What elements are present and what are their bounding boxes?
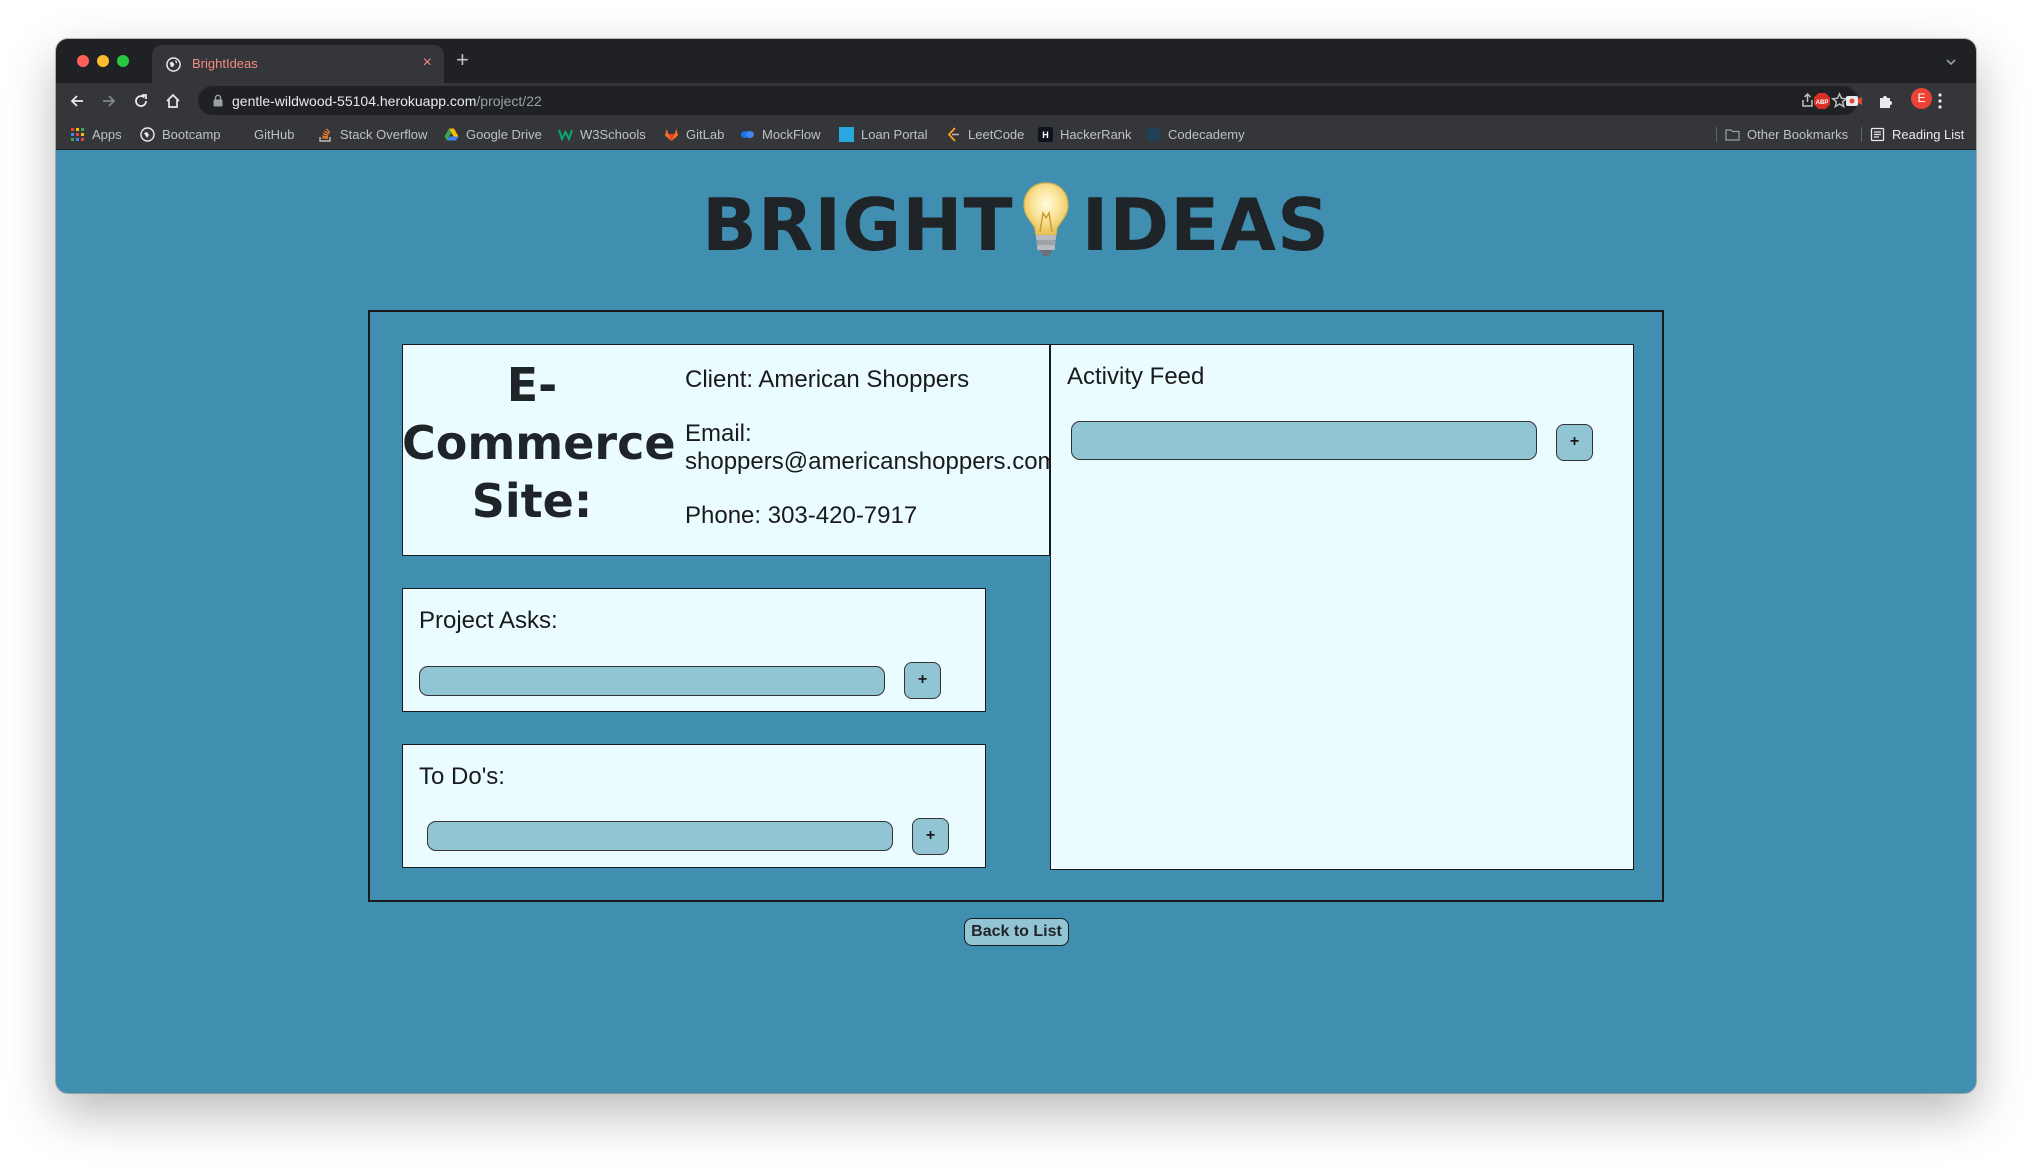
bookmark-label: Reading List xyxy=(1892,126,1965,142)
activity-feed-card: Activity Feed + xyxy=(1050,344,1634,870)
url-text: gentle-wildwood-55104.herokuapp.com/proj… xyxy=(232,93,542,109)
bookmark-github[interactable]: GitHub xyxy=(232,125,294,143)
bookmark-label: Other Bookmarks xyxy=(1747,126,1849,142)
bookmark-label: HackerRank xyxy=(1060,126,1132,142)
add-project-ask-button[interactable]: + xyxy=(904,662,941,699)
back-to-list-button[interactable]: Back to List xyxy=(964,918,1069,946)
url-host: gentle-wildwood-55104.herokuapp.com xyxy=(232,93,477,109)
bookmark-label: MockFlow xyxy=(762,126,821,142)
reading-list-button[interactable]: Reading List xyxy=(1870,125,1964,143)
bookmark-gitlab[interactable]: GitLab xyxy=(664,125,724,143)
add-todo-button[interactable]: + xyxy=(912,818,949,855)
site-logo: BRIGHT IDEAS xyxy=(56,180,1976,267)
todos-heading: To Do's: xyxy=(419,763,505,790)
address-bar[interactable]: gentle-wildwood-55104.herokuapp.com/proj… xyxy=(198,86,1858,115)
bookmark-google-drive[interactable]: Google Drive xyxy=(444,125,542,143)
lock-icon xyxy=(213,94,223,107)
bookmark-bootcamp[interactable]: Bootcamp xyxy=(140,125,221,143)
new-tab-button[interactable]: + xyxy=(456,48,469,72)
bookmark-label: Google Drive xyxy=(466,126,542,142)
more-menu-icon[interactable] xyxy=(1937,92,1943,110)
lightbulb-icon xyxy=(1023,182,1069,256)
bookmark-w3schools[interactable]: W3Schools xyxy=(558,125,646,143)
w3schools-icon xyxy=(558,129,573,142)
activity-feed-input[interactable] xyxy=(1071,421,1537,460)
bookmark-label: GitLab xyxy=(686,126,725,142)
back-arrow-icon[interactable] xyxy=(68,92,86,110)
browser-tab-active[interactable]: BrightIdeas × xyxy=(152,45,444,83)
bootcamp-icon xyxy=(140,126,155,142)
github-icon xyxy=(233,127,246,141)
svg-text:ABP: ABP xyxy=(1816,100,1829,106)
puzzle-extensions-icon[interactable] xyxy=(1877,92,1895,110)
project-asks-card: Project Asks: + xyxy=(402,588,986,712)
bookmark-label: Loan Portal xyxy=(861,126,928,142)
logo-text-ideas: IDEAS xyxy=(1081,183,1330,267)
email-value: shoppers@americanshoppers.com xyxy=(685,448,1058,475)
add-activity-button[interactable]: + xyxy=(1556,424,1593,461)
tab-close-icon[interactable]: × xyxy=(423,54,432,72)
codecademy-icon xyxy=(1147,127,1160,141)
tab-title: BrightIdeas xyxy=(192,56,258,71)
browser-window: BrightIdeas × + gentle-wildwood-55104.he xyxy=(56,39,1976,1093)
video-extension-icon[interactable] xyxy=(1845,92,1863,110)
bookmark-label: W3Schools xyxy=(580,126,646,142)
mockflow-icon xyxy=(741,130,754,138)
bookmark-label: Bootcamp xyxy=(162,126,221,142)
bookmark-label: Codecademy xyxy=(1168,126,1245,142)
svg-text:H: H xyxy=(1042,130,1049,140)
bookmark-apps[interactable]: Apps xyxy=(70,125,122,143)
logo-text-bright: BRIGHT xyxy=(702,183,1014,267)
project-ask-input[interactable] xyxy=(419,666,885,696)
gitlab-icon xyxy=(665,128,678,141)
bookmark-codecademy[interactable]: Codecademy xyxy=(1146,125,1245,143)
client-name: Client: American Shoppers xyxy=(685,366,970,393)
apps-grid-icon xyxy=(71,127,84,141)
bookmarks-divider xyxy=(1861,127,1862,142)
todos-card: To Do's: + xyxy=(402,744,986,868)
bookmark-mockflow[interactable]: MockFlow xyxy=(740,125,821,143)
loan-portal-icon xyxy=(839,126,854,142)
phone-number: Phone: 303-420-7917 xyxy=(685,502,918,529)
bookmark-other-bookmarks[interactable]: Other Bookmarks xyxy=(1725,125,1848,143)
bookmark-stackoverflow[interactable]: Stack Overflow xyxy=(318,125,427,143)
globe-icon xyxy=(166,57,181,72)
home-icon[interactable] xyxy=(164,92,182,110)
minimize-window-button[interactable] xyxy=(97,55,109,67)
todo-input[interactable] xyxy=(427,821,893,851)
adblock-icon[interactable]: ABP xyxy=(1813,92,1831,110)
bookmarks-bar: Apps Bootcamp GitHub Stack Overflow Goog… xyxy=(56,118,1976,150)
bookmarks-divider xyxy=(1716,127,1717,142)
leetcode-icon xyxy=(947,126,959,142)
activity-feed-heading: Activity Feed xyxy=(1067,363,1205,390)
maximize-window-button[interactable] xyxy=(117,55,129,67)
url-path: /project/22 xyxy=(476,93,542,109)
project-container: E-Commerce Site: Client: American Shoppe… xyxy=(368,310,1664,902)
profile-avatar[interactable]: E xyxy=(1911,88,1932,109)
email-label: Email: xyxy=(685,420,752,447)
google-drive-icon xyxy=(444,128,459,140)
browser-toolbar: gentle-wildwood-55104.herokuapp.com/proj… xyxy=(56,83,1976,118)
folder-icon xyxy=(1725,128,1740,141)
page-content: BRIGHT IDEAS E-Commerce Site: Client: Am… xyxy=(56,150,1976,1093)
project-title: E-Commerce Site: xyxy=(402,358,676,528)
reading-list-icon xyxy=(1870,127,1885,141)
bookmark-loan-portal[interactable]: Loan Portal xyxy=(839,125,928,143)
project-asks-heading: Project Asks: xyxy=(419,607,558,634)
stackoverflow-icon xyxy=(319,127,331,142)
close-window-button[interactable] xyxy=(77,55,89,67)
bookmark-leetcode[interactable]: LeetCode xyxy=(946,125,1024,143)
bookmark-label: LeetCode xyxy=(968,126,1025,142)
chevron-down-icon[interactable] xyxy=(1944,55,1958,69)
bookmark-label: GitHub xyxy=(254,126,295,142)
bookmark-label: Apps xyxy=(92,126,122,142)
forward-arrow-icon[interactable] xyxy=(100,92,118,110)
bookmark-label: Stack Overflow xyxy=(340,126,428,142)
project-info-content: E-Commerce Site: Client: American Shoppe… xyxy=(402,344,1058,554)
bookmark-hackerrank[interactable]: H HackerRank xyxy=(1038,125,1132,143)
hackerrank-icon: H xyxy=(1038,126,1053,142)
reload-icon[interactable] xyxy=(132,92,150,110)
tab-strip: BrightIdeas × + xyxy=(56,39,1976,83)
